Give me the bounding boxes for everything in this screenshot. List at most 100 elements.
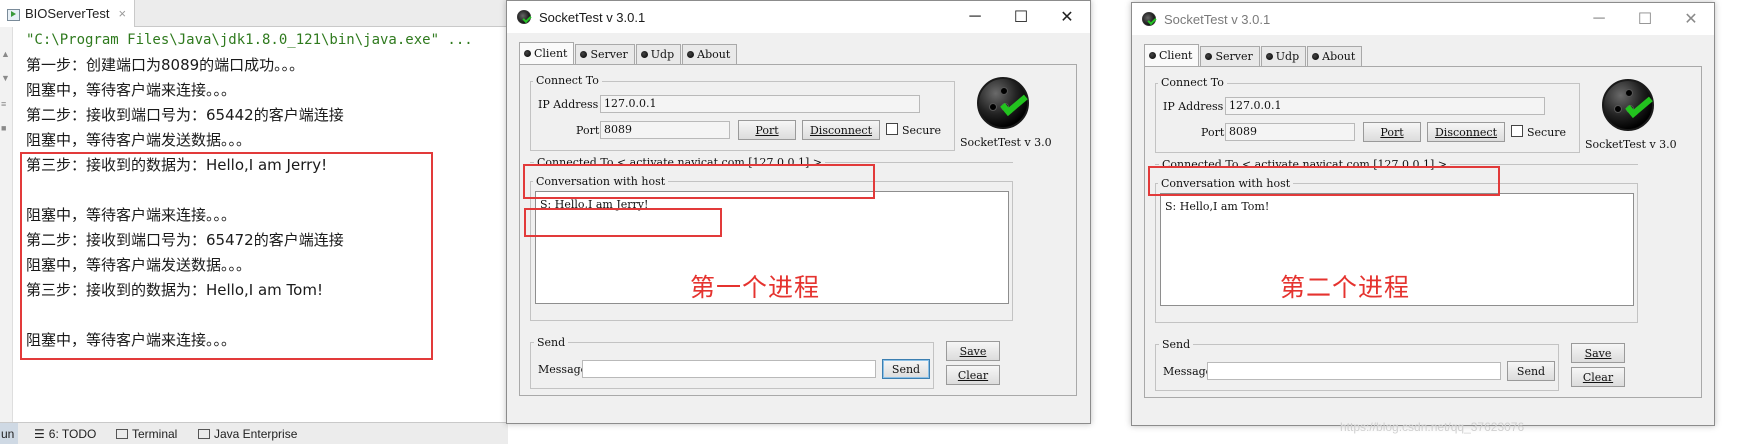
port-label: Port <box>576 124 600 137</box>
sockettest-logo <box>977 77 1029 129</box>
save-button[interactable]: Save <box>946 341 1000 361</box>
run-tab-bioservertest[interactable]: BIOServerTest × <box>0 0 136 27</box>
sockettest-window-2: SocketTest v 3.0.1 ─ ☐ ✕ Client Server U… <box>1131 2 1715 426</box>
sockettest-logo <box>1602 79 1654 131</box>
ide-bottom-toolbar: un ☰ 6: TODO Terminal Java Enterprise <box>0 422 508 444</box>
port-button[interactable]: Port <box>1363 122 1421 142</box>
wrap-icon[interactable]: ≡ <box>1 99 11 109</box>
watermark-text: https://blog.csdn.net/qq_37623076 <box>1340 420 1525 434</box>
tab-udp[interactable]: Udp <box>1260 46 1307 66</box>
tab-label: Udp <box>650 48 675 61</box>
scroll-icon[interactable]: ▼ <box>1 73 11 83</box>
close-icon[interactable]: ✕ <box>1668 3 1714 35</box>
tab-strip: Client Server Udp About <box>519 42 738 65</box>
run-tab-title: BIOServerTest <box>25 6 110 21</box>
ip-address-label: IP Address <box>1163 100 1224 113</box>
send-group-label: Send <box>534 336 569 349</box>
rerun-icon[interactable]: ▲ <box>1 49 11 59</box>
secure-label: Secure <box>902 124 942 137</box>
client-tab-icon <box>524 50 531 57</box>
client-tab-icon <box>1149 52 1156 59</box>
port-button-label: Port <box>755 123 779 137</box>
save-button-label: Save <box>959 344 987 358</box>
tab-label: About <box>1322 50 1356 63</box>
connect-to-group <box>1155 83 1580 153</box>
minimize-icon[interactable]: ─ <box>1576 3 1622 35</box>
tab-label: Udp <box>1275 50 1300 63</box>
todo-tab-label: 6: TODO <box>48 426 97 441</box>
message-input[interactable] <box>582 360 876 378</box>
udp-tab-icon <box>1265 53 1273 60</box>
todo-tool-tab[interactable]: ☰ 6: TODO <box>34 423 96 444</box>
console-highlight-box <box>20 152 433 360</box>
close-icon[interactable]: ✕ <box>1044 1 1090 33</box>
console-toolbar-gutter: ▲ ▼ ≡ ■ <box>0 27 13 422</box>
tab-label: Client <box>534 47 568 60</box>
disconnect-button[interactable]: Disconnect <box>1427 122 1505 142</box>
about-tab-icon <box>687 51 695 58</box>
window-title: SocketTest v 3.0.1 <box>1164 11 1271 27</box>
port-input[interactable]: 8089 <box>1225 123 1355 141</box>
tab-about[interactable]: About <box>1307 46 1363 66</box>
port-input[interactable]: 8089 <box>600 121 730 139</box>
disconnect-button[interactable]: Disconnect <box>802 120 880 140</box>
tab-client[interactable]: Client <box>519 42 575 64</box>
terminal-icon <box>116 428 128 439</box>
ip-address-input[interactable]: 127.0.0.1 <box>600 95 920 113</box>
run-tool-tab[interactable]: un <box>0 423 18 444</box>
send-button[interactable]: Send <box>1507 361 1555 381</box>
port-button[interactable]: Port <box>738 120 796 140</box>
message-input[interactable] <box>1207 362 1501 380</box>
clear-button-label: Clear <box>1582 370 1614 384</box>
terminal-tab-label: Terminal <box>132 426 178 441</box>
run-config-icon <box>6 7 20 21</box>
ide-run-panel: BIOServerTest × ▲ ▼ ≡ ■ "C:\Program File… <box>0 0 508 444</box>
console-line: 第二步：接收到端口号为：65442的客户端连接 <box>26 106 344 124</box>
logo-caption: SocketTest v 3.0 <box>960 136 1052 149</box>
maximize-icon[interactable]: ☐ <box>1622 3 1668 35</box>
tab-server[interactable]: Server <box>575 44 635 64</box>
udp-tab-icon <box>640 51 648 58</box>
console-line: 阻塞中，等待客户端发送数据。。。 <box>26 131 252 149</box>
secure-checkbox[interactable] <box>886 123 898 135</box>
sockettest-app-icon <box>1142 12 1156 26</box>
window-titlebar[interactable]: SocketTest v 3.0.1 ─ ☐ ✕ <box>1132 3 1714 35</box>
java-enterprise-tab-label: Java Enterprise <box>214 426 298 441</box>
disconnect-button-label: Disconnect <box>1434 125 1498 139</box>
secure-checkbox[interactable] <box>1511 125 1523 137</box>
logo-hole <box>1614 105 1622 113</box>
logo-hole <box>989 103 997 111</box>
tab-server[interactable]: Server <box>1200 46 1260 66</box>
server-tab-icon <box>580 51 588 58</box>
message-label: Message <box>1163 365 1213 378</box>
java-enterprise-icon <box>198 428 210 439</box>
window-titlebar[interactable]: SocketTest v 3.0.1 ─ ☐ ✕ <box>507 1 1090 33</box>
port-button-label: Port <box>1380 125 1404 139</box>
stop-icon[interactable]: ■ <box>1 123 11 133</box>
logo-caption: SocketTest v 3.0 <box>1585 138 1677 151</box>
clear-button[interactable]: Clear <box>946 365 1000 385</box>
tab-strip: Client Server Udp About <box>1144 44 1363 67</box>
send-button[interactable]: Send <box>882 359 930 379</box>
message-label: Message <box>538 363 588 376</box>
process-label-1: 第一个进程 <box>690 273 821 302</box>
logo-hole <box>1000 87 1008 95</box>
save-button[interactable]: Save <box>1571 343 1625 363</box>
terminal-tool-tab[interactable]: Terminal <box>116 423 177 444</box>
tab-udp[interactable]: Udp <box>635 44 682 64</box>
close-tab-icon[interactable]: × <box>119 6 127 21</box>
tab-client[interactable]: Client <box>1144 44 1200 66</box>
connected-highlight-box <box>523 164 875 199</box>
maximize-icon[interactable]: ☐ <box>998 1 1044 33</box>
connected-highlight-box <box>1148 166 1500 196</box>
port-label: Port <box>1201 126 1225 139</box>
save-button-label: Save <box>1584 346 1612 360</box>
ip-address-input[interactable]: 127.0.0.1 <box>1225 97 1545 115</box>
java-enterprise-tool-tab[interactable]: Java Enterprise <box>198 423 297 444</box>
client-panel: Connect To IP Address 127.0.0.1 Port 808… <box>1144 66 1702 398</box>
minimize-icon[interactable]: ─ <box>952 1 998 33</box>
tab-label: Server <box>1215 50 1253 63</box>
window-title: SocketTest v 3.0.1 <box>539 9 646 25</box>
clear-button[interactable]: Clear <box>1571 367 1625 387</box>
tab-about[interactable]: About <box>682 44 738 64</box>
